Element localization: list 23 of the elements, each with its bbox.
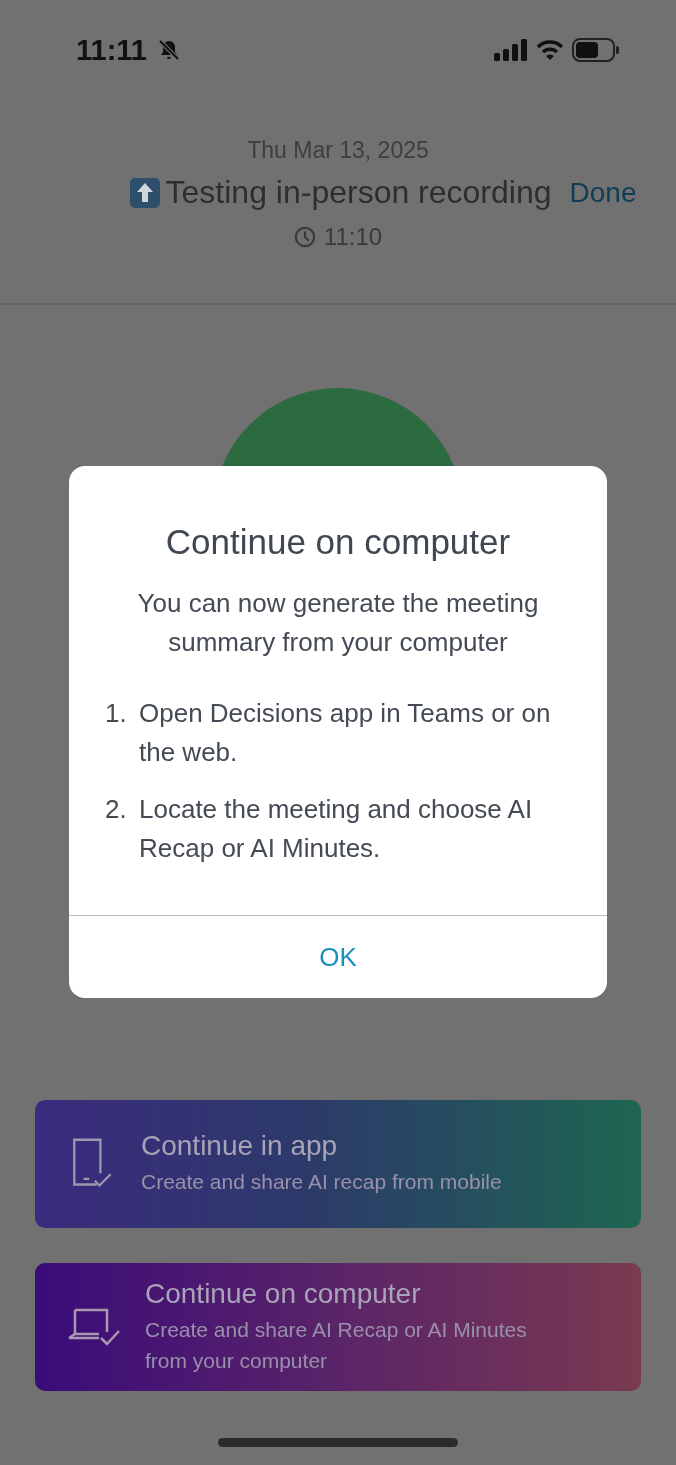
laptop-check-icon bbox=[67, 1306, 121, 1348]
wifi-icon bbox=[536, 39, 564, 61]
step-number: 1. bbox=[105, 697, 128, 730]
option-title: Continue in app bbox=[141, 1130, 339, 1163]
meeting-time: 11:10 bbox=[323, 223, 383, 251]
option-subtitle: Create and share AI Recap or AI Minutes from your computer bbox=[145, 1316, 528, 1374]
dialog-message: You can now generate the meeting summary from your computer bbox=[136, 587, 540, 659]
signal-icon bbox=[494, 39, 528, 61]
option-card[interactable]: Continue on computer Create and share AI Recap or AI Minutes from your computer bbox=[35, 1263, 641, 1391]
done-button[interactable]: Done bbox=[569, 176, 637, 209]
step-number: 2. bbox=[105, 793, 128, 826]
ok-button[interactable]: OK bbox=[69, 915, 607, 998]
dialog-title: Continue on computer bbox=[164, 522, 512, 562]
step-text: Open Decisions app in Teams or on the web. bbox=[139, 697, 552, 769]
option-title: Continue on computer bbox=[145, 1277, 422, 1310]
status-time: 11:11 bbox=[76, 33, 147, 67]
option-card[interactable]: Continue in app Create and share AI recap from mobile bbox=[35, 1100, 641, 1228]
muted-bell-icon bbox=[157, 38, 181, 62]
meeting-title: Testing in-person recording bbox=[165, 174, 552, 211]
clock-icon bbox=[293, 226, 316, 248]
step-text: Locate the meeting and choose AI Recap or AI Minutes. bbox=[139, 793, 534, 865]
option-subtitle: Create and share AI recap from mobile bbox=[141, 1169, 502, 1196]
battery-icon bbox=[572, 38, 620, 62]
